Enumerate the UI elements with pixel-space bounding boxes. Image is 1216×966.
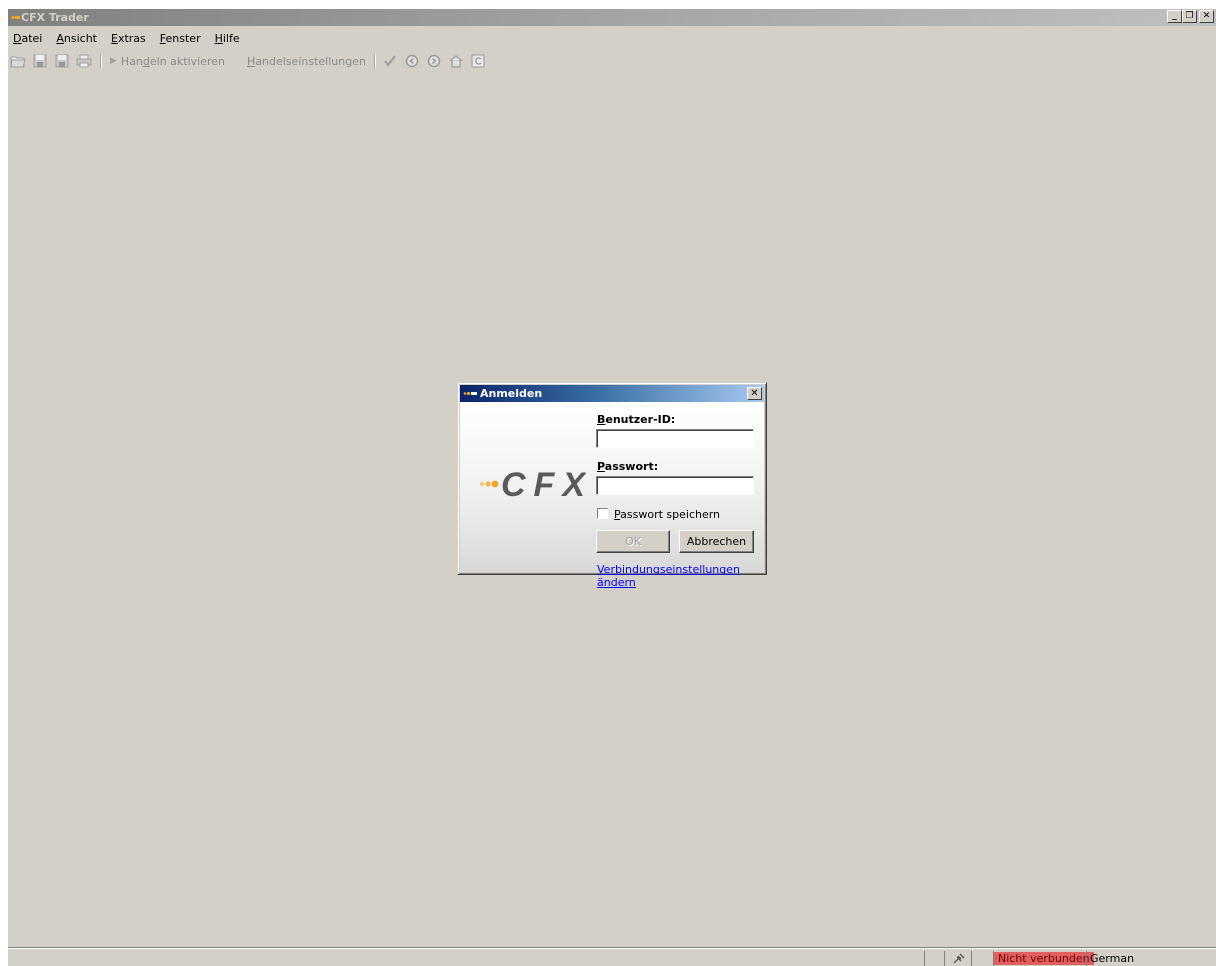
- minimize-button[interactable]: _: [1167, 10, 1182, 23]
- toolbar-separator: [100, 54, 102, 68]
- cfx-logo: CFX: [480, 466, 586, 504]
- connection-status-badge: Nicht verbunden: [994, 952, 1094, 965]
- remember-password-label[interactable]: Passwort speichern: [614, 508, 720, 521]
- status-pane-empty: [924, 951, 944, 966]
- save-as-icon[interactable]: [54, 53, 70, 69]
- back-circle-icon[interactable]: [404, 53, 420, 69]
- window-title: CFX Trader: [21, 11, 89, 24]
- cancel-button[interactable]: Abbrechen: [679, 530, 754, 553]
- menu-fenster[interactable]: Fenster: [153, 31, 208, 47]
- status-pane-plug: [944, 951, 972, 966]
- logo-text: CFX: [501, 466, 586, 504]
- close-button[interactable]: ✕: [1199, 10, 1214, 23]
- menu-ansicht[interactable]: Ansicht: [49, 31, 104, 47]
- toolbar: ▶ Handeln aktivieren Handelseinstellunge…: [8, 52, 490, 70]
- checkmark-icon[interactable]: [382, 53, 398, 69]
- activate-trading-button[interactable]: Handeln aktivieren: [117, 55, 229, 68]
- dialog-body: CFX Benutzer-ID: Passwort: Passwort spei…: [460, 402, 764, 589]
- menu-extras[interactable]: Extras: [104, 31, 153, 47]
- window-controls: _ ❐ ✕: [1167, 10, 1214, 23]
- refresh-icon[interactable]: [470, 53, 486, 69]
- cfx-dialog-icon: [463, 391, 477, 396]
- remember-password-checkbox[interactable]: [597, 508, 608, 519]
- menu-bar: Datei Ansicht Extras Fenster Hilfe: [8, 31, 247, 47]
- print-icon[interactable]: [76, 53, 92, 69]
- password-input[interactable]: [596, 476, 754, 495]
- user-id-input[interactable]: [596, 429, 754, 448]
- connection-plug-icon: [953, 953, 965, 964]
- status-pane-connection: Nicht verbunden: [993, 951, 1094, 966]
- ok-button[interactable]: OK: [596, 530, 670, 553]
- menu-hilfe[interactable]: Hilfe: [208, 31, 247, 47]
- dialog-title: Anmelden: [480, 387, 543, 400]
- password-label: Passwort:: [597, 460, 659, 473]
- connection-settings-link[interactable]: Verbindungseinstellungen ändern: [597, 563, 764, 589]
- language-indicator: German: [1086, 951, 1134, 966]
- trading-settings-button[interactable]: Handelseinstellungen: [243, 55, 370, 68]
- home-icon[interactable]: [448, 53, 464, 69]
- login-dialog: Anmelden ✕ CFX Benutzer-ID: Passwort: Pa…: [457, 382, 767, 589]
- application-window: CFX Trader _ ❐ ✕ Datei Ansicht Extras Fe…: [8, 9, 1216, 966]
- title-bar[interactable]: CFX Trader _ ❐ ✕: [8, 9, 1216, 26]
- user-id-label: Benutzer-ID:: [597, 413, 676, 426]
- restore-button[interactable]: ❐: [1182, 10, 1197, 23]
- dialog-title-bar[interactable]: Anmelden ✕: [460, 385, 764, 402]
- play-icon: ▶: [110, 56, 117, 66]
- toolbar-separator: [373, 54, 376, 68]
- open-folder-icon[interactable]: [10, 53, 26, 69]
- save-icon[interactable]: [32, 53, 48, 69]
- menu-datei[interactable]: Datei: [8, 31, 49, 47]
- status-bar: Nicht verbunden German: [8, 947, 1216, 966]
- forward-circle-icon[interactable]: [426, 53, 442, 69]
- dialog-close-button[interactable]: ✕: [747, 387, 762, 400]
- cfx-app-icon: [11, 16, 20, 19]
